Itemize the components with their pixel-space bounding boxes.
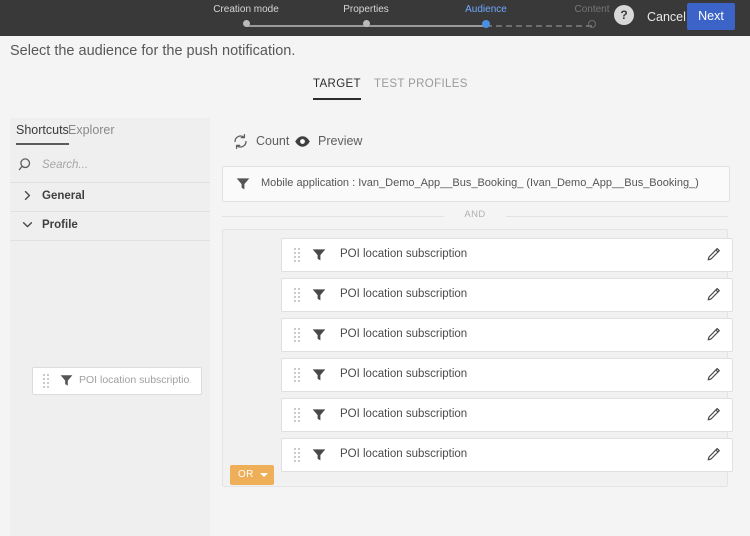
step-label: Content xyxy=(574,4,610,15)
sidebar-tabs: Shortcuts Explorer xyxy=(10,118,210,150)
sidebar-search-row xyxy=(10,150,210,183)
sidebar-panel: Shortcuts Explorer General xyxy=(10,118,210,536)
step-content[interactable]: Content xyxy=(532,0,652,28)
filter-text: Mobile application : Ivan_Demo_App__Bus_… xyxy=(261,177,699,189)
drag-handle-icon[interactable] xyxy=(294,448,301,462)
condition-label: POI location subscription xyxy=(340,288,468,300)
drag-handle-icon[interactable] xyxy=(294,288,301,302)
funnel-icon xyxy=(311,287,327,308)
condition-row[interactable]: POI location subscription xyxy=(281,358,733,392)
drag-handle-icon[interactable] xyxy=(43,374,50,388)
funnel-icon xyxy=(311,407,327,428)
audience-selection-screen: Creation mode Properties Audience Conten… xyxy=(0,0,750,536)
count-label: Count xyxy=(256,134,290,148)
sidebar-group-general[interactable]: General xyxy=(10,183,210,212)
condition-row[interactable]: POI location subscription xyxy=(281,278,733,312)
search-icon xyxy=(18,157,34,173)
wizard-stepper: Creation mode Properties Audience Conten… xyxy=(180,0,610,36)
or-operator-selector[interactable]: OR xyxy=(230,465,274,485)
pencil-icon[interactable] xyxy=(706,327,721,347)
drag-handle-icon[interactable] xyxy=(294,328,301,342)
condition-label: POI location subscription xyxy=(340,448,468,460)
tab-target[interactable]: TARGET xyxy=(313,78,361,100)
chevron-down-icon xyxy=(22,219,34,231)
sidebar-group-label: General xyxy=(42,190,85,202)
search-input[interactable] xyxy=(40,158,194,172)
condition-row[interactable]: POI location subscription xyxy=(281,398,733,432)
condition-label: POI location subscription xyxy=(340,328,468,340)
drag-handle-icon[interactable] xyxy=(294,408,301,422)
condition-label: POI location subscription xyxy=(340,248,468,260)
divider-line-right xyxy=(506,216,728,217)
sidebar-shortcut-label: POI location subscriptio… xyxy=(79,374,191,386)
step-dot xyxy=(482,20,490,28)
condition-label: POI location subscription xyxy=(340,408,468,420)
condition-row[interactable]: POI location subscription xyxy=(281,318,733,352)
funnel-icon xyxy=(59,373,74,393)
or-condition-group: OR POI location subscription POI locatio… xyxy=(222,229,733,487)
drag-handle-icon[interactable] xyxy=(294,248,301,262)
step-dot xyxy=(588,20,596,28)
drag-handle-icon[interactable] xyxy=(294,368,301,382)
query-actions-toolbar: Count Preview xyxy=(210,118,750,166)
and-operator-divider: AND xyxy=(222,203,728,229)
funnel-icon xyxy=(235,176,251,197)
chevron-down-icon xyxy=(260,473,268,477)
sidebar-shortcut-card[interactable]: POI location subscriptio… xyxy=(32,367,202,395)
sidebar-tab-explorer[interactable]: Explorer xyxy=(68,123,115,143)
pencil-icon[interactable] xyxy=(706,447,721,467)
preview-label: Preview xyxy=(318,134,363,148)
step-label: Properties xyxy=(343,4,389,15)
condition-row[interactable]: POI location subscription xyxy=(281,238,733,272)
and-label: AND xyxy=(464,209,486,220)
main-tabs: TARGET TEST PROFILES xyxy=(0,78,750,108)
step-audience[interactable]: Audience xyxy=(426,0,546,28)
funnel-icon xyxy=(311,327,327,348)
condition-label: POI location subscription xyxy=(340,368,468,380)
pencil-icon[interactable] xyxy=(706,367,721,387)
funnel-icon xyxy=(311,367,327,388)
step-dot xyxy=(362,20,370,27)
next-button[interactable]: Next xyxy=(687,3,735,30)
top-header-bar: Creation mode Properties Audience Conten… xyxy=(0,0,750,36)
tab-test-profiles[interactable]: TEST PROFILES xyxy=(374,78,468,98)
eye-icon xyxy=(294,133,311,150)
step-label: Audience xyxy=(465,4,507,15)
pencil-icon[interactable] xyxy=(706,247,721,267)
condition-row[interactable]: POI location subscription xyxy=(281,438,733,472)
step-label: Creation mode xyxy=(213,4,279,15)
pencil-icon[interactable] xyxy=(706,407,721,427)
sidebar-group-profile[interactable]: Profile xyxy=(10,212,210,241)
mobile-application-filter[interactable]: Mobile application : Ivan_Demo_App__Bus_… xyxy=(222,166,730,202)
pencil-icon[interactable] xyxy=(706,287,721,307)
main-panel: Count Preview Mobile application : Ivan_… xyxy=(210,118,750,536)
page-title: Select the audience for the push notific… xyxy=(10,43,296,59)
refresh-icon xyxy=(232,133,249,150)
cancel-button[interactable]: Cancel xyxy=(641,6,692,28)
step-creation-mode[interactable]: Creation mode xyxy=(186,0,306,27)
funnel-icon xyxy=(311,247,327,268)
chevron-right-icon xyxy=(22,190,34,202)
sidebar-group-label: Profile xyxy=(42,219,78,231)
or-label: OR xyxy=(238,469,254,480)
funnel-icon xyxy=(311,447,327,468)
step-properties[interactable]: Properties xyxy=(306,0,426,27)
sidebar-tab-shortcuts[interactable]: Shortcuts xyxy=(16,123,69,145)
step-dot xyxy=(242,20,250,27)
help-question-icon[interactable]: ? xyxy=(614,5,634,25)
